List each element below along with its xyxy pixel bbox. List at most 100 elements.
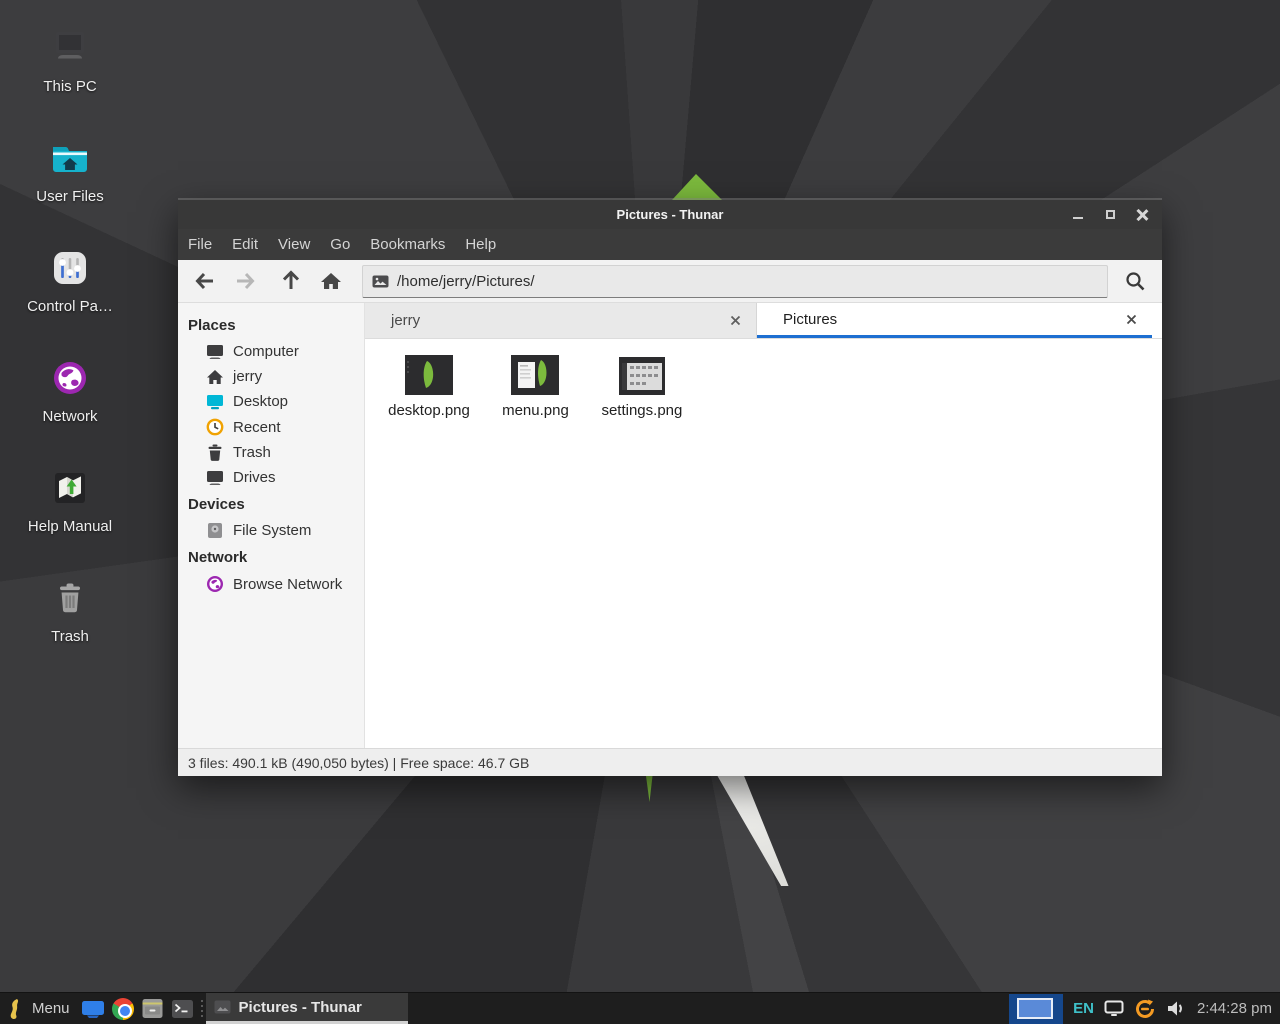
path-field[interactable]: /home/jerry/Pictures/ xyxy=(362,265,1108,298)
speaker-icon xyxy=(1166,1000,1185,1017)
desktop-icon-user-files[interactable]: User Files xyxy=(10,134,130,205)
tab-jerry[interactable]: jerry xyxy=(365,303,757,338)
wallpaper-green-sliver xyxy=(645,776,655,802)
close-icon xyxy=(1136,209,1148,221)
taskbar-task-thunar[interactable]: Pictures - Thunar xyxy=(206,993,408,1024)
home-icon xyxy=(206,369,224,385)
menu-help[interactable]: Help xyxy=(465,236,496,253)
sidebar-item-trash[interactable]: Trash xyxy=(178,440,364,465)
volume-tray-button[interactable] xyxy=(1166,1000,1185,1017)
desktop-icon-label: Help Manual xyxy=(10,518,130,535)
start-menu-button[interactable]: Menu xyxy=(0,993,78,1024)
sidebar-item-label: Desktop xyxy=(233,393,288,410)
image-thumbnail xyxy=(592,353,692,395)
control-panel-icon xyxy=(10,244,130,292)
sidebar-item-desktop[interactable]: Desktop xyxy=(178,389,364,414)
desktop-wallpaper: This PC User Files xyxy=(0,0,1280,1024)
taskbar-separator xyxy=(198,993,206,1024)
file-item-menu-png[interactable]: menu.png xyxy=(485,353,585,419)
sidebar-item-drives[interactable]: Drives xyxy=(178,465,364,490)
desktop-icon xyxy=(206,394,224,410)
search-button[interactable] xyxy=(1118,265,1152,297)
forward-button[interactable] xyxy=(228,265,262,297)
sidebar-item-recent[interactable]: Recent xyxy=(178,414,364,440)
close-button[interactable] xyxy=(1130,203,1154,227)
desktop-icon-label: User Files xyxy=(10,188,130,205)
sidebar-item-label: Computer xyxy=(233,343,299,360)
file-item-settings-png[interactable]: settings.png xyxy=(592,353,692,419)
tab-pictures[interactable]: Pictures xyxy=(757,303,1152,338)
toolbar: /home/jerry/Pictures/ xyxy=(178,260,1162,303)
home-button[interactable] xyxy=(314,265,348,297)
recent-clock-icon xyxy=(206,418,224,436)
tab-bar: jerry Pictures xyxy=(365,303,1162,339)
file-name: menu.png xyxy=(485,402,585,419)
wallpaper-white-ray xyxy=(716,776,790,886)
tab-close-button[interactable] xyxy=(720,306,750,336)
tab-label: Pictures xyxy=(757,311,1116,328)
launcher-file-archive[interactable] xyxy=(138,993,168,1024)
titlebar[interactable]: Pictures - Thunar xyxy=(178,200,1162,229)
tab-close-button[interactable] xyxy=(1116,304,1146,334)
sidebar-item-label: Trash xyxy=(233,444,271,461)
display-tray-button[interactable] xyxy=(1104,1000,1124,1017)
minimize-button[interactable] xyxy=(1066,203,1090,227)
workspace-switcher[interactable] xyxy=(1009,994,1063,1024)
sidebar-item-label: jerry xyxy=(233,368,262,385)
desktop-icon-help-manual[interactable]: Help Manual xyxy=(10,464,130,535)
sidebar-item-file-system[interactable]: File System xyxy=(178,518,364,543)
desktop-icon-label: Network xyxy=(10,408,130,425)
update-notifier-button[interactable] xyxy=(1134,998,1156,1020)
desktop-icon-control-panel[interactable]: Control Pa… xyxy=(10,244,130,315)
clock: 2:44:28 pm xyxy=(1195,1000,1272,1017)
keyboard-layout-indicator[interactable]: EN xyxy=(1073,1000,1094,1017)
sidebar-item-browse-network[interactable]: Browse Network xyxy=(178,571,364,597)
sidebar-item-computer[interactable]: Computer xyxy=(178,339,364,364)
menu-file[interactable]: File xyxy=(188,236,212,253)
status-bar: 3 files: 490.1 kB (490,050 bytes) | Free… xyxy=(178,748,1162,776)
home-folder-icon xyxy=(10,134,130,182)
maximize-button[interactable] xyxy=(1098,203,1122,227)
forward-arrow-icon xyxy=(234,271,256,291)
image-file-icon xyxy=(372,275,389,288)
taskbar: Menu xyxy=(0,992,1280,1024)
launcher-show-desktop[interactable] xyxy=(78,993,108,1024)
menu-bookmarks[interactable]: Bookmarks xyxy=(370,236,445,253)
start-menu-logo-icon xyxy=(8,998,24,1020)
launcher-terminal[interactable] xyxy=(168,993,198,1024)
close-icon xyxy=(1126,314,1137,325)
display-icon xyxy=(1104,1000,1124,1017)
file-item-desktop-png[interactable]: desktop.png xyxy=(379,353,479,419)
minimize-icon xyxy=(1073,217,1083,219)
trash-icon xyxy=(206,444,224,461)
sidebar-header-network: Network xyxy=(178,543,364,571)
menu-go[interactable]: Go xyxy=(330,236,350,253)
task-thunar-icon xyxy=(214,1000,231,1014)
help-manual-icon xyxy=(10,464,130,512)
menu-edit[interactable]: Edit xyxy=(232,236,258,253)
launcher-chrome[interactable] xyxy=(108,993,138,1024)
menu-view[interactable]: View xyxy=(278,236,310,253)
show-desktop-icon xyxy=(81,1000,105,1018)
files-area[interactable]: desktop.png xyxy=(365,339,1162,748)
desktop-icon-this-pc[interactable]: This PC xyxy=(10,24,130,95)
sidebar-item-jerry[interactable]: jerry xyxy=(178,364,364,389)
menubar: File Edit View Go Bookmarks Help xyxy=(178,229,1162,260)
up-arrow-icon xyxy=(281,270,301,292)
filesystem-icon xyxy=(206,522,224,539)
desktop-icon-trash[interactable]: Trash xyxy=(10,574,130,645)
tab-label: jerry xyxy=(365,312,720,329)
network-globe-icon xyxy=(10,354,130,402)
back-button[interactable] xyxy=(188,265,222,297)
sidebar-header-devices: Devices xyxy=(178,490,364,518)
up-button[interactable] xyxy=(274,265,308,297)
desktop-icon-label: This PC xyxy=(10,78,130,95)
close-icon xyxy=(730,315,741,326)
chrome-icon xyxy=(112,998,134,1020)
terminal-icon xyxy=(171,999,194,1019)
home-icon xyxy=(320,271,342,291)
start-menu-label: Menu xyxy=(32,1000,70,1017)
desktop-icon-label: Trash xyxy=(10,628,130,645)
search-icon xyxy=(1124,270,1146,292)
desktop-icon-network[interactable]: Network xyxy=(10,354,130,425)
